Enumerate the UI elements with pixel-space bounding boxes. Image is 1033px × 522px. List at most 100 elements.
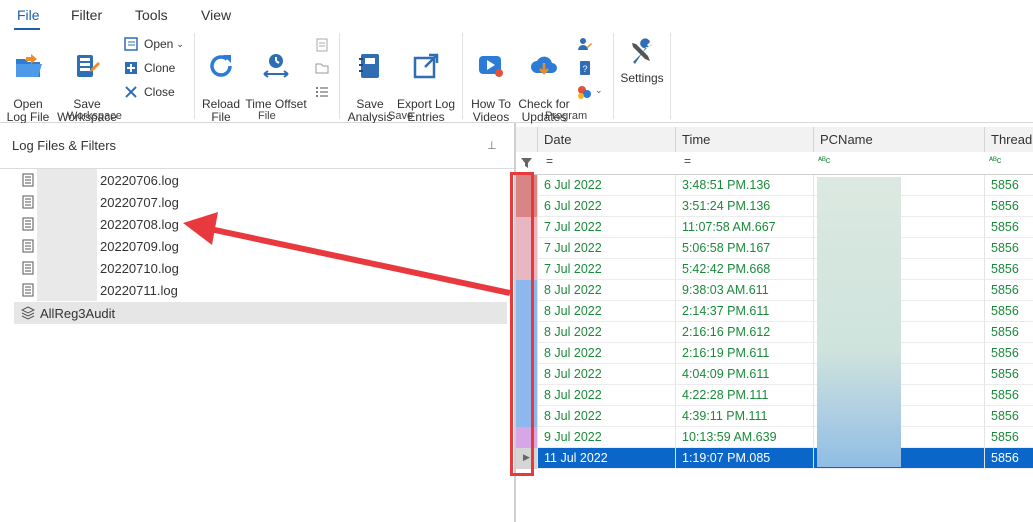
column-time[interactable]: Time [675,127,813,152]
cell-thread: 5856 [984,427,1033,448]
clone-button[interactable]: Clone [124,61,175,75]
file-group-label: File [258,110,276,122]
cell-date: 8 Jul 2022 [537,406,675,427]
redacted-prefix [37,213,97,235]
pin-icon[interactable]: ⊥ [487,139,497,152]
cell-date: 7 Jul 2022 [537,238,675,259]
export-icon [413,53,439,79]
program-group-label: Program [545,110,588,122]
table-row[interactable]: 6 Jul 2022 3:48:51 PM.136 5856 [516,175,1033,196]
cell-date: 7 Jul 2022 [537,259,675,280]
reload-file-label: Reload File [201,97,241,124]
help-document-icon[interactable]: ? [578,60,592,76]
file-icon [22,217,34,231]
table-row[interactable]: 8 Jul 2022 2:14:37 PM.611 5856 [516,301,1033,322]
log-file-name: 20220708.log [100,216,179,232]
document-icon[interactable] [315,38,329,52]
svg-text:?: ? [582,64,587,74]
ribbon-separator [339,33,340,119]
workspace-group-label: Workspace [67,110,122,122]
cell-time: 3:48:51 PM.136 [675,175,813,196]
close-button[interactable]: Close [124,85,175,99]
table-row[interactable]: 8 Jul 2022 2:16:19 PM.611 5856 [516,343,1033,364]
filter-icon[interactable] [521,157,532,168]
filter-item[interactable]: AllReg3Audit [14,302,507,324]
file-icon [22,173,34,187]
redacted-prefix [37,279,97,301]
cell-time: 2:16:16 PM.612 [675,322,813,343]
cell-date: 8 Jul 2022 [537,385,675,406]
table-row[interactable]: 9 Jul 2022 10:13:59 AM.639 5856 [516,427,1033,448]
cell-thread: 5856 [984,196,1033,217]
save-workspace-icon [77,55,100,77]
wrench-screwdriver-icon [632,38,652,64]
reload-file-button[interactable]: Reload File [198,38,244,124]
annotation-arrow [183,212,511,296]
cell-time: 4:22:28 PM.111 [675,385,813,406]
chevron-down-icon: ⌄ [176,38,184,49]
file-icon [22,195,34,209]
redacted-prefix [37,257,97,279]
cell-date: 6 Jul 2022 [537,175,675,196]
table-row[interactable]: 8 Jul 2022 4:22:28 PM.111 5856 [516,385,1033,406]
log-file-name: 20220710.log [100,260,179,276]
cell-date: 7 Jul 2022 [537,217,675,238]
table-row[interactable]: 7 Jul 2022 5:06:58 PM.167 5856 [516,238,1033,259]
cell-time: 1:19:07 PM.085 [675,448,813,469]
user-edit-icon[interactable] [578,36,592,52]
pcname-filter-operator[interactable]: ᴬᴮc [818,155,830,165]
cell-time: 9:38:03 AM.611 [675,280,813,301]
menu-view[interactable]: View [201,7,231,23]
grid-header: Date Time PCName Thread [516,127,1033,153]
log-file-name: 20220706.log [100,172,179,188]
table-row[interactable]: 8 Jul 2022 2:16:16 PM.612 5856 [516,322,1033,343]
cell-thread: 5856 [984,238,1033,259]
folder-icon[interactable] [315,61,329,75]
cell-date: 6 Jul 2022 [537,196,675,217]
column-date[interactable]: Date [537,127,675,152]
open-log-file-button[interactable]: Open Log File [4,38,52,124]
cell-time: 10:13:59 AM.639 [675,427,813,448]
time-offset-button[interactable]: Time Offset [245,38,307,111]
how-to-videos-label: How To Videos [471,97,511,124]
file-icon [22,283,34,297]
cell-date: 9 Jul 2022 [537,427,675,448]
cell-time: 11:07:58 AM.667 [675,217,813,238]
date-filter-operator[interactable]: = [546,154,553,168]
table-row[interactable]: 6 Jul 2022 3:51:24 PM.136 5856 [516,196,1033,217]
open-button[interactable]: Open ⌄ [124,37,184,51]
thread-filter-operator[interactable]: ᴬᴮc [989,155,1001,165]
time-filter-operator[interactable]: = [684,154,691,168]
menu-tools[interactable]: Tools [135,7,168,23]
redacted-prefix [37,235,97,257]
settings-button[interactable]: Settings [618,38,666,85]
cell-time: 5:06:58 PM.167 [675,238,813,259]
table-row[interactable]: 7 Jul 2022 11:07:58 AM.667 5856 [516,217,1033,238]
file-icon [22,239,34,253]
cell-thread: 5856 [984,343,1033,364]
panel-title: Log Files & Filters [12,138,117,153]
chevron-down-icon[interactable]: ⌄ [595,85,603,96]
how-to-videos-button[interactable]: How To Videos [468,38,514,124]
time-offset-icon [263,54,289,78]
filter-item-label: AllReg3Audit [40,305,116,321]
cell-thread: 5856 [984,385,1033,406]
apps-icon[interactable] [576,85,594,101]
menu-file[interactable]: File [17,7,40,23]
settings-label: Settings [620,71,664,85]
cell-time: 4:04:09 PM.611 [675,364,813,385]
menu-filter[interactable]: Filter [71,7,102,23]
save-analysis-label: Save Analysis [347,97,393,124]
column-thread[interactable]: Thread [984,127,1033,152]
time-offset-label: Time Offset [245,97,307,111]
log-file-name: 20220709.log [100,238,179,254]
table-row[interactable]: 8 Jul 2022 4:04:09 PM.611 5856 [516,364,1033,385]
table-row[interactable]: 8 Jul 2022 9:38:03 AM.611 5856 [516,280,1033,301]
table-row[interactable]: 11 Jul 2022 1:19:07 PM.085 5856 [516,448,1033,469]
notebook-icon [359,54,379,78]
list-icon[interactable] [315,85,329,99]
column-pcname[interactable]: PCName [813,127,984,152]
table-row[interactable]: 8 Jul 2022 4:39:11 PM.111 5856 [516,406,1033,427]
table-row[interactable]: 7 Jul 2022 5:42:42 PM.668 5856 [516,259,1033,280]
clone-icon [125,62,137,74]
